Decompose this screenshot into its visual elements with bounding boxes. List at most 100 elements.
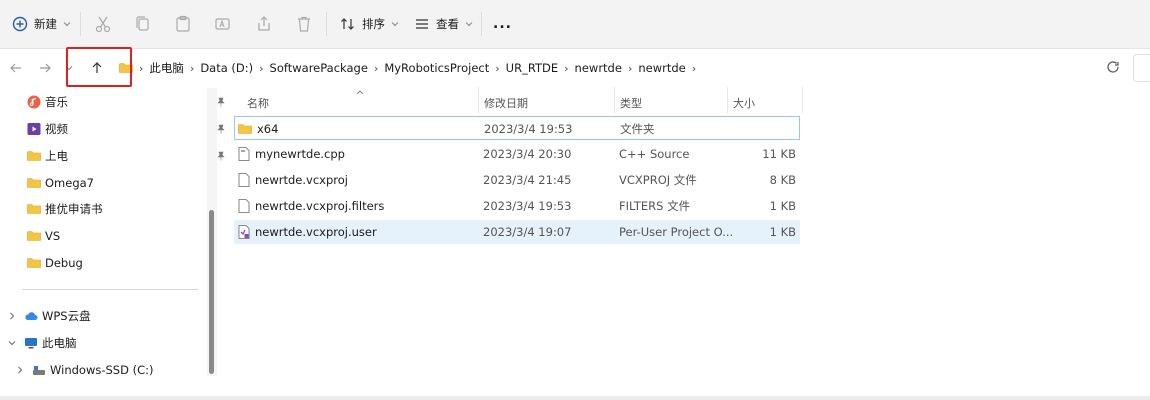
breadcrumb-item[interactable]: SoftwarePackage — [270, 61, 368, 75]
arrow-right-icon — [40, 63, 51, 73]
toolbar-divider — [80, 12, 81, 36]
column-divider[interactable] — [478, 87, 479, 113]
view-list-icon — [416, 19, 428, 29]
sidebar-item-label: Windows-SSD (C:) — [50, 363, 154, 377]
paste-icon[interactable] — [172, 13, 194, 35]
view-button[interactable]: 查看 — [414, 10, 473, 38]
refresh-icon — [1107, 61, 1119, 73]
breadcrumb-item[interactable]: 此电脑 — [149, 60, 184, 76]
file-name-cell: newrtde.vcxproj.filters — [238, 194, 384, 218]
column-header-type[interactable]: 类型 — [620, 92, 642, 114]
delete-icon[interactable] — [293, 13, 315, 35]
sidebar-item-folder[interactable]: 上电 — [0, 145, 232, 167]
new-button[interactable]: 新建 — [12, 10, 71, 38]
column-header-modified[interactable]: 修改日期 — [484, 92, 528, 114]
breadcrumb-item[interactable]: MyRoboticsProject — [384, 61, 489, 75]
breadcrumb-separator[interactable]: › — [495, 62, 499, 75]
file-type: FILTERS 文件 — [619, 199, 691, 213]
column-header-size[interactable]: 大小 — [733, 92, 755, 114]
file-row[interactable]: newrtde.vcxproj.filters 2023/3/4 19:53 F… — [234, 194, 800, 218]
breadcrumb-item[interactable]: UR_RTDE — [506, 61, 558, 75]
file-row[interactable]: x64 2023/3/4 19:53 文件夹 — [234, 116, 800, 140]
sidebar-scrollbar-thumb[interactable] — [209, 210, 214, 374]
file-row-selected[interactable]: newrtde.vcxproj.user 2023/3/4 19:07 Per-… — [234, 220, 800, 244]
file-name: mynewrtde.cpp — [255, 147, 345, 161]
file-name-cell: x64 — [238, 117, 278, 141]
chevron-right-icon[interactable] — [16, 366, 24, 374]
sidebar-item-label: 推优申请书 — [45, 202, 103, 216]
copy-icon[interactable] — [132, 13, 154, 35]
sidebar-item-label: 上电 — [45, 149, 68, 163]
sidebar-divider — [22, 289, 198, 290]
address-bar[interactable]: › 此电脑 › Data (D:) › SoftwarePackage › MyRob… — [113, 54, 1101, 82]
file-name-cell: newrtde.vcxproj.user — [238, 220, 377, 244]
video-icon — [27, 123, 41, 135]
file-name: newrtde.vcxproj.user — [255, 225, 377, 239]
column-divider[interactable] — [802, 87, 803, 113]
file-type: VCXPROJ 文件 — [619, 173, 697, 187]
file-modified: 2023/3/4 19:53 — [483, 199, 572, 213]
file-modified: 2023/3/4 21:45 — [483, 173, 572, 187]
file-name: x64 — [257, 122, 279, 136]
sidebar-item-folder[interactable]: Debug — [0, 252, 232, 274]
file-row[interactable]: mynewrtde.cpp 2023/3/4 20:30 C++ Source … — [234, 142, 800, 166]
search-box[interactable] — [1133, 54, 1150, 82]
sidebar-item-label: 视频 — [45, 122, 68, 136]
sidebar-item-label: 音乐 — [45, 95, 68, 109]
cloud-icon — [25, 312, 38, 320]
sidebar-item-label: Omega7 — [45, 176, 94, 190]
sidebar-item-music[interactable]: 音乐 — [0, 91, 232, 113]
breadcrumb-separator[interactable]: › — [628, 62, 632, 75]
sidebar-item-folder[interactable]: Omega7 — [0, 172, 232, 194]
annotation-highlight-box — [66, 47, 132, 87]
toolbar-divider — [481, 12, 482, 36]
sidebar-item-this-pc[interactable]: 此电脑 — [0, 332, 213, 354]
sidebar-item-folder[interactable]: VS — [0, 225, 232, 247]
file-icon — [238, 199, 250, 213]
column-header-name[interactable]: 名称 — [247, 92, 269, 114]
breadcrumb-item[interactable]: newrtde — [638, 61, 685, 75]
music-icon — [27, 95, 41, 109]
sidebar-item-windows-ssd[interactable]: Windows-SSD (C:) — [0, 359, 221, 381]
sidebar-item-folder[interactable]: 推优申请书 — [0, 198, 232, 220]
folder-icon — [27, 178, 41, 188]
share-icon[interactable] — [253, 13, 275, 35]
folder-icon — [27, 231, 41, 241]
column-divider[interactable] — [614, 87, 615, 113]
more-options-label: ... — [493, 16, 512, 32]
sidebar-item-videos[interactable]: 视频 — [0, 118, 232, 140]
rename-icon[interactable] — [212, 13, 234, 35]
more-options-button[interactable]: ... — [493, 10, 512, 38]
folder-icon — [238, 124, 252, 134]
chevron-down-icon[interactable] — [8, 339, 16, 347]
chevron-down-icon — [391, 22, 399, 27]
file-type: 文件夹 — [620, 122, 655, 136]
sidebar-item-label: 此电脑 — [42, 336, 77, 350]
cut-icon[interactable] — [92, 13, 114, 35]
breadcrumb-item[interactable]: Data (D:) — [200, 61, 253, 75]
folder-icon — [27, 204, 41, 214]
file-row[interactable]: newrtde.vcxproj 2023/3/4 21:45 VCXPROJ 文… — [234, 168, 800, 192]
breadcrumb-separator[interactable]: › — [692, 62, 696, 75]
file-size: 1 KB — [769, 199, 796, 213]
breadcrumb-separator[interactable]: › — [374, 62, 378, 75]
status-bar — [0, 396, 1150, 400]
column-divider[interactable] — [727, 87, 728, 113]
back-button[interactable] — [5, 57, 27, 79]
sort-button[interactable]: 排序 — [340, 10, 399, 38]
breadcrumb-separator[interactable]: › — [190, 62, 194, 75]
sort-ascending-icon — [356, 90, 364, 95]
refresh-button[interactable] — [1106, 60, 1120, 77]
breadcrumb-item[interactable]: newrtde — [575, 61, 622, 75]
sidebar-item-wps-cloud[interactable]: WPS云盘 — [0, 305, 213, 327]
file-icon — [238, 173, 250, 187]
forward-button[interactable] — [34, 57, 56, 79]
file-modified: 2023/3/4 20:30 — [483, 147, 572, 161]
folder-icon — [27, 151, 41, 161]
breadcrumb-separator[interactable]: › — [259, 62, 263, 75]
sort-button-label: 排序 — [362, 17, 385, 31]
chevron-right-icon[interactable] — [8, 312, 16, 320]
folder-icon — [27, 258, 41, 268]
sort-icon — [341, 18, 354, 30]
breadcrumb-separator[interactable]: › — [564, 62, 568, 75]
